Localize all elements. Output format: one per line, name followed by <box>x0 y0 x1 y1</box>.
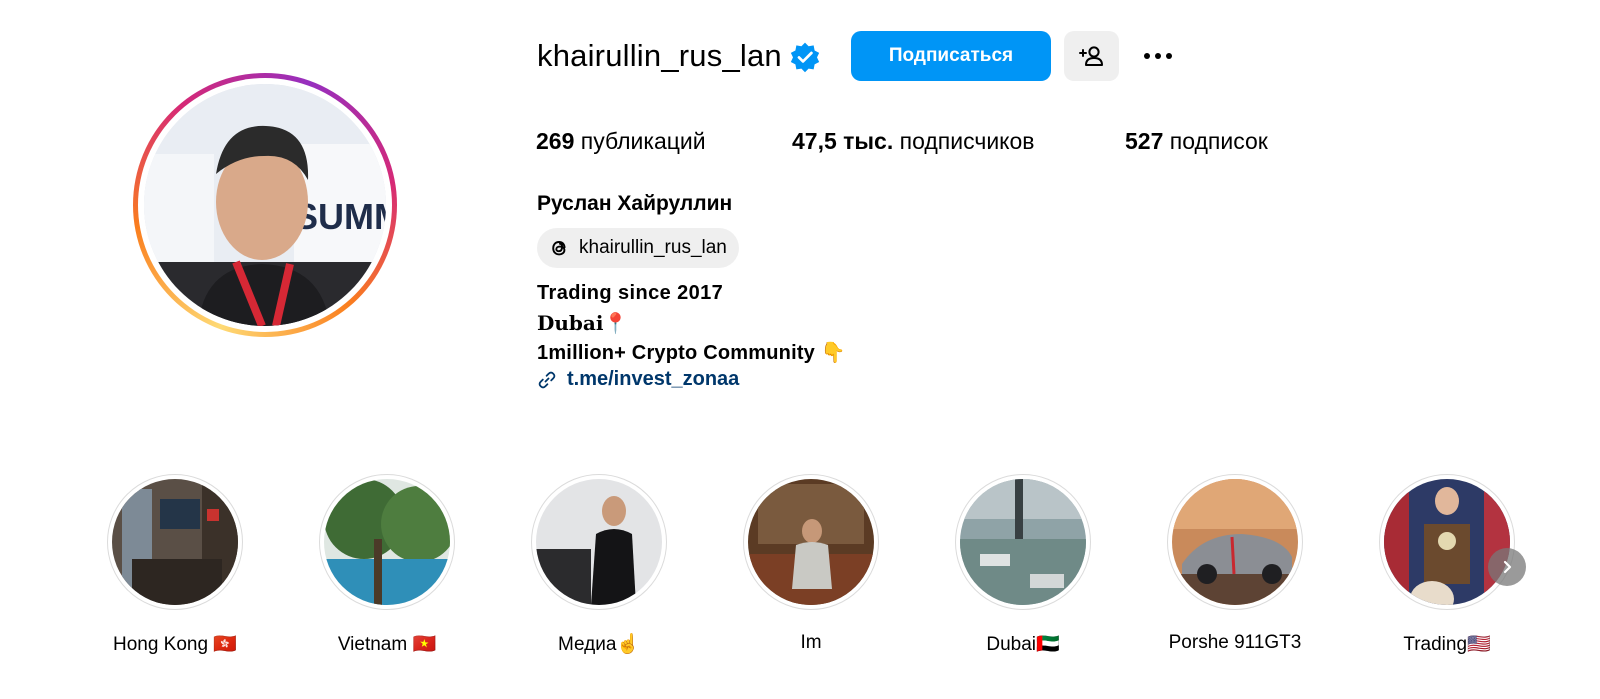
highlight-ring <box>319 474 455 610</box>
posts-label: публикаций <box>580 128 706 154</box>
following-label: подписок <box>1169 128 1268 154</box>
add-person-icon <box>1078 46 1103 66</box>
highlight-label: Hong Kong 🇭🇰 <box>112 634 237 655</box>
threads-icon <box>552 241 566 256</box>
followers-label: подписчиков <box>899 128 1035 154</box>
dot <box>1166 53 1172 59</box>
story-highlight[interactable]: Im <box>743 474 879 654</box>
threads-handle: khairullin_rus_lan <box>579 237 727 258</box>
following-count: 527 <box>1125 128 1164 154</box>
followers-count: 47,5 тыс. <box>792 128 894 154</box>
verified-badge-icon <box>790 42 820 73</box>
highlight-cover <box>112 479 238 605</box>
story-highlight[interactable]: Hong Kong 🇭🇰 <box>107 474 243 656</box>
highlight-cover <box>1172 479 1298 605</box>
dot <box>1144 53 1150 59</box>
highlight-label: Dubai🇦🇪 <box>986 634 1060 655</box>
followers-stat[interactable]: 47,5 тыс. подписчиков <box>792 128 1035 155</box>
highlight-cover <box>536 479 662 605</box>
bio-line: Trading since 2017 <box>537 282 724 304</box>
highlight-ring <box>531 474 667 610</box>
dot <box>1155 53 1161 59</box>
highlight-label: Porshe 911GT3 <box>1168 632 1302 653</box>
link-icon <box>538 371 556 388</box>
following-stat[interactable]: 527 подписок <box>1125 128 1268 155</box>
story-highlight[interactable]: Porshe 911GT3 <box>1167 474 1303 654</box>
posts-count: 269 <box>536 128 575 154</box>
story-highlight[interactable]: Vietnam 🇻🇳 <box>319 474 455 656</box>
highlight-ring <box>1167 474 1303 610</box>
profile-username[interactable]: khairullin_rus_lan <box>537 38 782 74</box>
more-options-icon[interactable] <box>1138 44 1178 68</box>
posts-stat: 269 публикаций <box>536 128 706 155</box>
highlight-cover <box>960 479 1086 605</box>
highlight-ring <box>955 474 1091 610</box>
highlight-cover <box>748 479 874 605</box>
avatar-photo: SUMMIT <box>144 84 386 326</box>
profile-avatar[interactable]: SUMMIT <box>133 73 397 337</box>
follow-button[interactable]: Подписаться <box>851 31 1051 81</box>
suggested-accounts-button[interactable] <box>1064 31 1119 81</box>
profile-full-name: Руслан Хайруллин <box>537 192 733 215</box>
avatar-image: SUMMIT <box>144 84 386 326</box>
bio-line: Dubai📍 <box>537 311 629 335</box>
bio-line: 1million+ Crypto Community 👇 <box>537 342 846 364</box>
threads-badge[interactable]: khairullin_rus_lan <box>537 228 739 268</box>
bio-link-text: t.me/invest_zonaa <box>567 368 740 390</box>
highlight-label: Trading🇺🇸 <box>1403 634 1491 655</box>
highlight-cover <box>324 479 450 605</box>
avatar-gap: SUMMIT <box>138 78 392 332</box>
highlight-label: Im <box>800 632 822 653</box>
story-highlight[interactable]: Медиа☝️ <box>531 474 667 656</box>
story-highlight[interactable]: Dubai🇦🇪 <box>955 474 1091 656</box>
highlight-label: Медиа☝️ <box>557 634 641 655</box>
highlights-next-button[interactable] <box>1488 548 1526 586</box>
highlight-label: Vietnam 🇻🇳 <box>337 634 437 655</box>
highlight-cover <box>1384 479 1510 605</box>
highlight-ring <box>107 474 243 610</box>
highlight-ring <box>743 474 879 610</box>
bio-external-link[interactable]: t.me/invest_zonaa <box>537 368 739 391</box>
highlight-ring <box>1379 474 1515 610</box>
chevron-right-icon <box>1503 560 1512 574</box>
